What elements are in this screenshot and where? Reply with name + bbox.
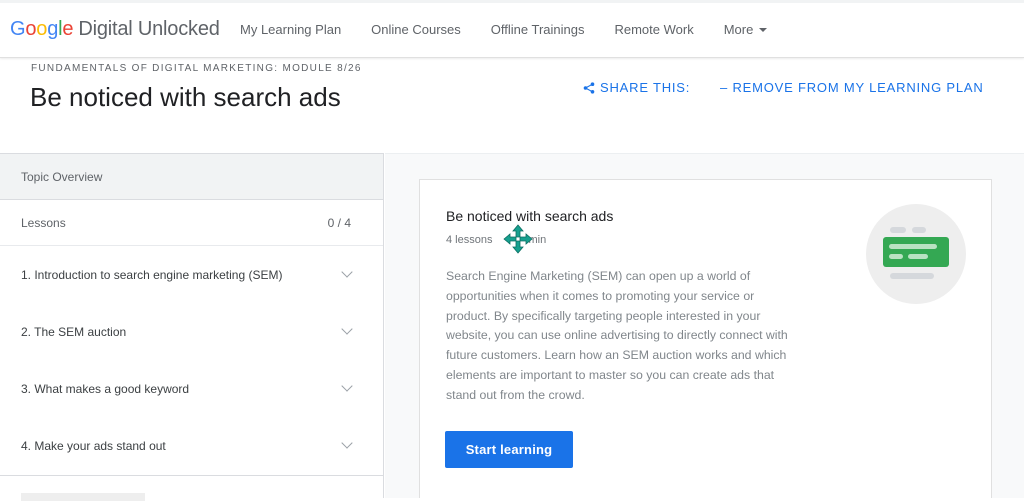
lessons-label: Lessons bbox=[21, 215, 66, 230]
nav-offline-trainings[interactable]: Offline Trainings bbox=[491, 22, 585, 37]
search-ad-graphic bbox=[883, 227, 949, 279]
page-title: Be noticed with search ads bbox=[30, 82, 341, 112]
lesson-item[interactable]: 1. Introduction to search engine marketi… bbox=[0, 246, 383, 303]
logo-letter: g bbox=[47, 18, 59, 40]
lessons-count: 4 lessons bbox=[446, 234, 493, 246]
sidebar-footer-placeholder bbox=[21, 493, 145, 501]
chevron-down-icon[interactable] bbox=[341, 379, 353, 392]
sidebar-divider bbox=[0, 475, 383, 476]
chevron-down-icon[interactable] bbox=[341, 436, 353, 449]
card-description: Search Engine Marketing (SEM) can open u… bbox=[446, 269, 788, 402]
lesson-title: 1. Introduction to search engine marketi… bbox=[21, 267, 283, 282]
nav-my-learning-plan[interactable]: My Learning Plan bbox=[240, 22, 341, 37]
logo-letter: e bbox=[62, 18, 74, 40]
logo-letter: o bbox=[25, 18, 37, 40]
nav-more-label: More bbox=[723, 22, 754, 37]
main-nav: My Learning Plan Online Courses Offline … bbox=[240, 22, 797, 37]
lessons-header: Lessons 0 / 4 bbox=[0, 200, 383, 246]
chevron-down-icon[interactable] bbox=[341, 322, 353, 335]
module-label: FUNDAMENTALS OF DIGITAL MARKETING: MODUL… bbox=[31, 63, 362, 74]
share-button[interactable]: SHARE THIS: bbox=[583, 80, 690, 95]
topic-overview-heading[interactable]: Topic Overview bbox=[0, 154, 383, 200]
lessons-progress: 0 / 4 bbox=[327, 215, 351, 230]
move-cursor-icon bbox=[503, 224, 533, 254]
google-digital-unlocked-logo[interactable]: Go o g l e Digital Unlocked bbox=[10, 18, 220, 41]
nav-remote-work[interactable]: Remote Work bbox=[614, 22, 693, 37]
logo-product-name: Digital Unlocked bbox=[78, 18, 220, 40]
top-navigation-bar: Go o g l e Digital Unlocked My Learning Plan … bbox=[0, 0, 1024, 58]
remove-from-learning-plan-link[interactable]: – REMOVE FROM MY LEARNING PLAN bbox=[720, 80, 984, 95]
lesson-title: 4. Make your ads stand out bbox=[21, 438, 166, 453]
topic-sidebar: Topic Overview Lessons 0 / 4 1. Introduc… bbox=[0, 153, 384, 501]
chevron-down-icon[interactable] bbox=[341, 265, 353, 278]
logo-letter: o bbox=[36, 18, 48, 40]
nav-online-courses[interactable]: Online Courses bbox=[371, 22, 461, 37]
nav-more-dropdown[interactable]: More bbox=[724, 22, 768, 37]
start-learning-button[interactable]: Start learning bbox=[445, 431, 573, 468]
lesson-title: 2. The SEM auction bbox=[21, 324, 127, 339]
lesson-item[interactable]: 2. The SEM auction bbox=[0, 303, 383, 360]
card-title: Be noticed with search ads bbox=[446, 208, 614, 224]
top-border bbox=[0, 0, 1024, 3]
logo-letter: G bbox=[10, 18, 26, 40]
lesson-item[interactable]: 4. Make your ads stand out bbox=[0, 417, 383, 474]
lesson-title: 3. What makes a good keyword bbox=[21, 381, 190, 396]
share-label: SHARE THIS: bbox=[600, 80, 691, 95]
share-icon bbox=[583, 81, 595, 94]
caret-down-icon bbox=[759, 27, 768, 32]
search-ad-illustration bbox=[866, 204, 966, 304]
lesson-item[interactable]: 3. What makes a good keyword bbox=[0, 360, 383, 417]
